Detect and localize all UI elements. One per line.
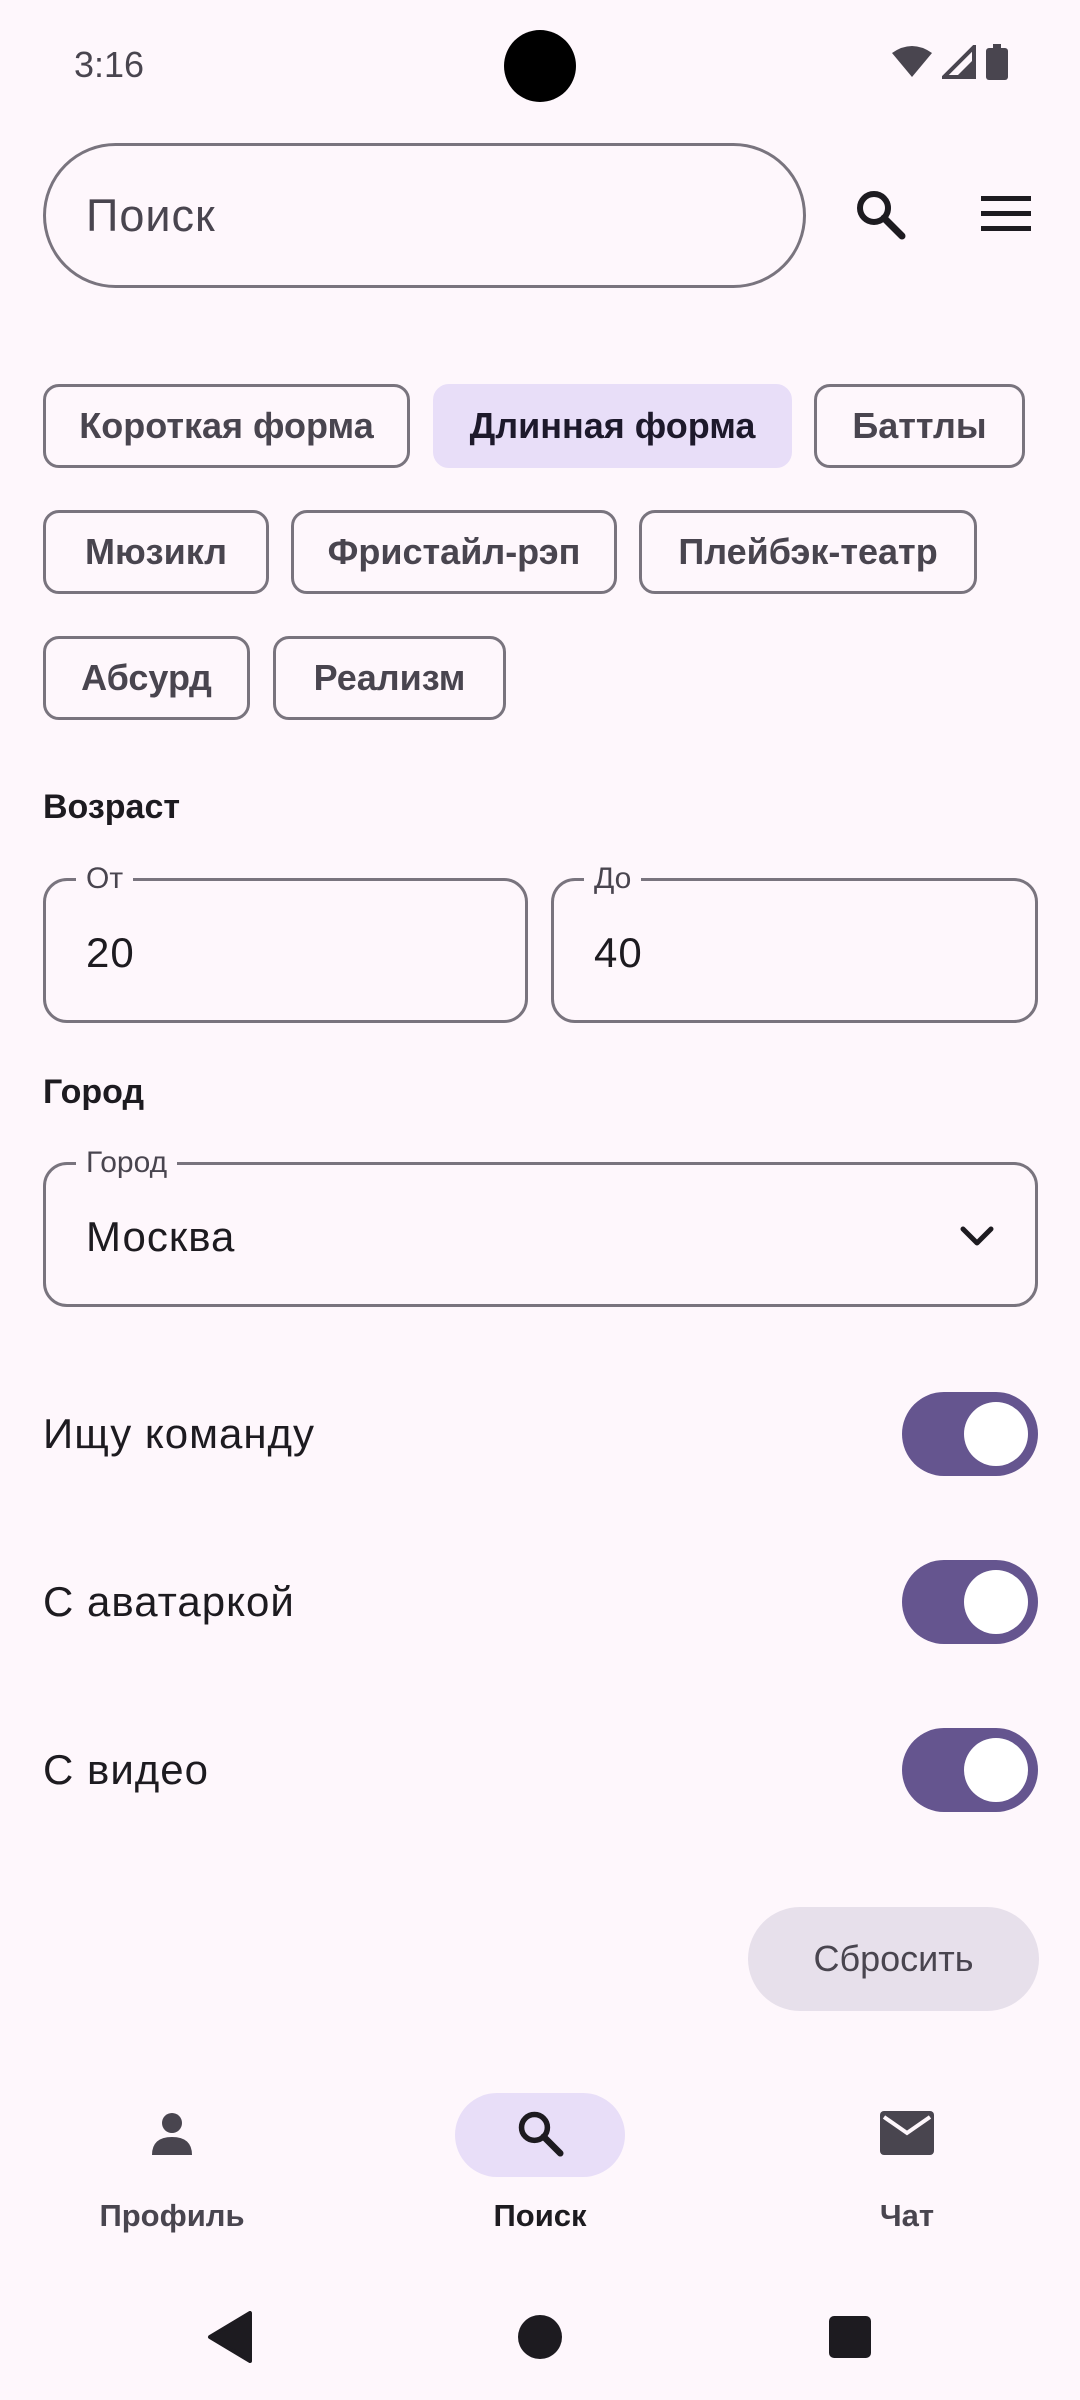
chip-freestyle-rap[interactable]: Фристайл-рэп [291,510,617,594]
age-to-field[interactable]: До 40 [551,861,1038,1023]
search-icon [516,2109,564,2162]
chip-label: Реализм [313,657,466,698]
chip-musical[interactable]: Мюзикл [43,510,269,594]
reset-button[interactable]: Сбросить [748,1907,1039,2011]
chip-short-form[interactable]: Короткая форма [43,384,410,468]
back-button[interactable] [185,2294,275,2384]
nav-indicator [822,2093,992,2177]
search-icon [854,188,906,245]
status-time: 3:16 [74,44,145,85]
toggle-looking-for-team[interactable] [902,1392,1038,1476]
home-circle-icon [517,2314,563,2365]
search-placeholder: Поиск [86,189,216,241]
chip-battles[interactable]: Баттлы [814,384,1025,468]
reset-label: Сбросить [813,1938,974,1979]
home-button[interactable] [495,2294,585,2384]
search-button[interactable] [840,176,920,256]
mail-icon [880,2110,934,2160]
wifi-icon [892,45,932,84]
chip-label: Плейбэк-театр [678,531,938,572]
nav-item-search[interactable]: Поиск [420,2060,660,2260]
age-from-label: От [76,861,134,897]
battery-icon [986,44,1008,85]
chip-long-form[interactable]: Длинная форма [433,384,792,468]
toggle-with-video[interactable] [902,1728,1038,1812]
bottom-navigation: Профиль Поиск Чат [0,2060,1080,2260]
age-to-value: 40 [594,929,643,976]
switch-knob [964,1738,1028,1802]
toggle-label-with-avatar: С аватаркой [43,1578,295,1625]
menu-icon [981,195,1031,237]
age-from-value: 20 [86,929,135,976]
age-section-title: Возраст [43,788,181,826]
nav-label: Поиск [493,2198,587,2233]
recents-square-icon [828,2315,872,2364]
chip-absurd[interactable]: Абсурд [43,636,250,720]
person-icon [148,2109,196,2162]
signal-icon [939,42,976,84]
city-dropdown[interactable]: Город Москва [43,1145,1038,1307]
chip-label: Длинная форма [469,405,756,446]
status-icons [892,42,1008,85]
chevron-down-icon [957,1217,997,1257]
nav-indicator [455,2093,625,2177]
camera-cutout [504,30,576,102]
chip-label: Фристайл-рэп [327,531,581,572]
menu-button[interactable] [966,176,1046,256]
chip-playback-theatre[interactable]: Плейбэк-театр [639,510,977,594]
age-to-label: До [584,861,642,897]
nav-item-profile[interactable]: Профиль [52,2060,292,2260]
city-value: Москва [86,1213,236,1260]
city-section-title: Город [43,1073,145,1111]
nav-label: Профиль [99,2198,245,2233]
switch-knob [964,1570,1028,1634]
toggle-label-looking-for-team: Ищу команду [43,1410,316,1457]
status-bar: 3:16 [0,0,1080,130]
nav-label: Чат [879,2198,935,2233]
chip-label: Мюзикл [84,531,228,572]
recents-button[interactable] [805,2294,895,2384]
city-field-label: Город [76,1145,178,1181]
chip-realism[interactable]: Реализм [273,636,506,720]
chip-label: Абсурд [81,657,212,698]
chip-label: Баттлы [852,405,987,446]
toggle-with-avatar[interactable] [902,1560,1038,1644]
search-input[interactable]: Поиск [43,143,806,288]
switch-knob [964,1402,1028,1466]
system-navigation-bar [0,2280,1080,2400]
nav-indicator [87,2093,257,2177]
chip-label: Короткая форма [79,405,374,446]
toggle-label-with-video: С видео [43,1746,209,1793]
nav-item-chat[interactable]: Чат [787,2060,1027,2260]
back-triangle-icon [206,2310,254,2368]
age-from-field[interactable]: От 20 [43,861,528,1023]
